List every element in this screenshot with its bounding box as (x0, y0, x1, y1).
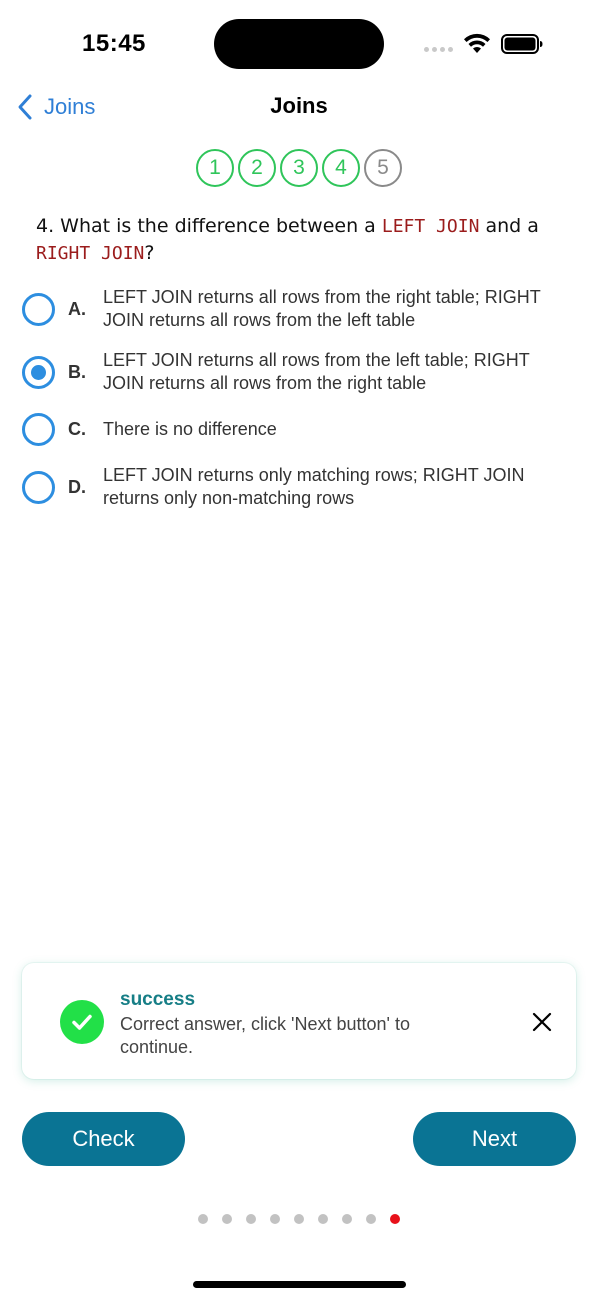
success-toast: success Correct answer, click 'Next butt… (22, 963, 576, 1079)
option-d[interactable]: D. LEFT JOIN returns only matching rows;… (22, 464, 562, 510)
page-dot[interactable] (294, 1214, 304, 1224)
cellular-signal-icon (424, 47, 453, 52)
radio-button-selected[interactable] (22, 355, 55, 389)
question-code-right-join: RIGHT JOIN (36, 243, 145, 264)
question-suffix: ? (144, 242, 155, 264)
home-indicator[interactable] (193, 1281, 406, 1288)
option-text: There is no difference (103, 419, 277, 439)
radio-button[interactable] (22, 292, 55, 326)
page-dot[interactable] (270, 1214, 280, 1224)
step-4[interactable]: 4 (322, 149, 360, 187)
page-dot[interactable] (342, 1214, 352, 1224)
step-1[interactable]: 1 (196, 149, 234, 187)
pagination-dots (198, 1214, 400, 1224)
step-5[interactable]: 5 (364, 149, 402, 187)
question-step-indicator: 1 2 3 4 5 (196, 149, 402, 187)
option-text: LEFT JOIN returns only matching rows; RI… (103, 465, 525, 508)
option-text: LEFT JOIN returns all rows from the left… (103, 350, 530, 393)
option-letter: B. (68, 361, 86, 382)
question-text: 4. What is the difference between a LEFT… (36, 213, 566, 267)
page-dot[interactable] (366, 1214, 376, 1224)
option-letter: A. (68, 298, 86, 319)
battery-icon (501, 34, 543, 54)
step-3[interactable]: 3 (280, 149, 318, 187)
radio-button[interactable] (22, 413, 55, 446)
page-dot[interactable] (222, 1214, 232, 1224)
next-button[interactable]: Next (413, 1112, 576, 1166)
page-dot[interactable] (246, 1214, 256, 1224)
close-icon[interactable] (530, 1010, 554, 1034)
toast-title: success (120, 989, 196, 1010)
question-middle: and a (479, 215, 539, 237)
wifi-icon (464, 33, 490, 53)
page-dot[interactable] (198, 1214, 208, 1224)
page-dot[interactable] (318, 1214, 328, 1224)
status-time: 15:45 (82, 30, 146, 57)
option-c[interactable]: C. There is no difference (22, 413, 562, 446)
dynamic-island (214, 19, 384, 69)
question-code-left-join: LEFT JOIN (381, 216, 480, 237)
page-dot-active[interactable] (390, 1214, 400, 1224)
option-a[interactable]: A. LEFT JOIN returns all rows from the r… (22, 286, 562, 332)
status-bar: 15:45 (0, 0, 598, 90)
radio-button[interactable] (22, 470, 55, 504)
toast-message: Correct answer, click 'Next button' to c… (120, 1014, 410, 1057)
option-b[interactable]: B. LEFT JOIN returns all rows from the l… (22, 349, 562, 395)
checkmark-circle-icon (60, 1000, 104, 1044)
option-text: LEFT JOIN returns all rows from the righ… (103, 287, 541, 330)
option-letter: C. (68, 419, 86, 439)
option-letter: D. (68, 476, 86, 497)
page-title: Joins (270, 93, 328, 118)
question-prefix: 4. What is the difference between a (36, 215, 382, 237)
check-button[interactable]: Check (22, 1112, 185, 1166)
step-2[interactable]: 2 (238, 149, 276, 187)
